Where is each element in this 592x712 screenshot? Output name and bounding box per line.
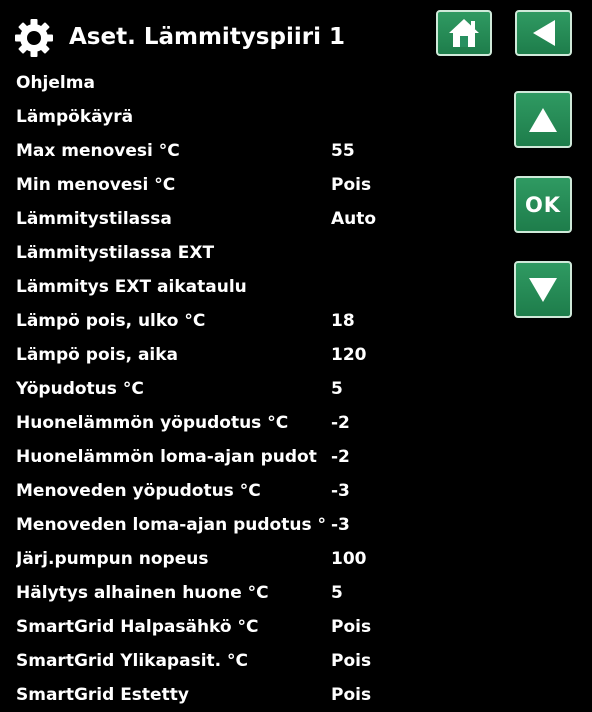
row-value: -2 [331,447,350,467]
row-label: Huonelämmön yöpudotus °C [16,413,289,433]
ok-button[interactable]: OK [514,176,572,233]
row-value: Pois [331,175,372,195]
row-value: 18 [331,311,355,331]
settings-row-pumpun-nopeus[interactable]: Järj.pumpun nopeus 100 [16,542,496,576]
settings-row-lammitystilassa-ext[interactable]: Lämmitystilassa EXT [16,236,496,270]
settings-row-smartgrid-halpasahko[interactable]: SmartGrid Halpasähkö °C Pois [16,610,496,644]
row-value: Pois [331,651,372,671]
row-label: SmartGrid Estetty [16,685,189,705]
row-label: Lämpökäyrä [16,107,134,127]
settings-row-lammitystilassa[interactable]: Lämmitystilassa Auto [16,202,496,236]
row-label: Menoveden yöpudotus °C [16,481,261,501]
row-label: Lämpö pois, ulko °C [16,311,206,331]
row-label: SmartGrid Halpasähkö °C [16,617,259,637]
row-label: Lämmitys EXT aikataulu [16,277,247,297]
row-value: 100 [331,549,367,569]
header-bar: Aset. Lämmityspiiri 1 [0,0,592,70]
row-value: Auto [331,209,377,229]
row-value: 120 [331,345,367,365]
row-value: Pois [331,617,372,637]
settings-row-lampokayra[interactable]: Lämpökäyrä [16,100,496,134]
up-button[interactable] [514,91,572,148]
row-value: -3 [331,481,350,501]
row-label: Yöpudotus °C [16,379,144,399]
row-label: Ohjelma [16,73,95,93]
settings-row-lammitys-ext-aikataulu[interactable]: Lämmitys EXT aikataulu [16,270,496,304]
settings-row-huonelammon-loma-pudotus[interactable]: Huonelämmön loma-ajan pudot -2 [16,440,496,474]
settings-row-menoveden-loma-pudotus[interactable]: Menoveden loma-ajan pudotus ° -3 [16,508,496,542]
row-value: 5 [331,379,343,399]
ok-label: OK [524,192,562,217]
row-label: Huonelämmön loma-ajan pudot [16,447,317,467]
row-label: Lämmitystilassa EXT [16,243,215,263]
settings-row-lampo-pois-aika[interactable]: Lämpö pois, aika 120 [16,338,496,372]
up-arrow-icon [529,107,557,132]
settings-list: Ohjelma Lämpökäyrä Max menovesi °C 55 Mi… [16,66,496,712]
settings-row-ohjelma[interactable]: Ohjelma [16,66,496,100]
home-icon [449,19,479,47]
settings-row-halytys-alhainen-huone[interactable]: Hälytys alhainen huone °C 5 [16,576,496,610]
gear-icon [15,19,53,57]
down-button[interactable] [514,261,572,318]
row-value: 5 [331,583,343,603]
back-arrow-icon [532,20,555,46]
row-value: -3 [331,515,350,535]
settings-row-huonelammon-yopudotus[interactable]: Huonelämmön yöpudotus °C -2 [16,406,496,440]
settings-row-lampo-pois-ulko[interactable]: Lämpö pois, ulko °C 18 [16,304,496,338]
row-label: Lämpö pois, aika [16,345,179,365]
settings-row-min-menovesi[interactable]: Min menovesi °C Pois [16,168,496,202]
row-label: Menoveden loma-ajan pudotus ° [16,515,326,535]
row-label: SmartGrid Ylikapasit. °C [16,651,248,671]
row-label: Hälytys alhainen huone °C [16,583,269,603]
row-label: Järj.pumpun nopeus [16,549,209,569]
row-label: Min menovesi °C [16,175,176,195]
row-value: 55 [331,141,355,161]
row-label: Lämmitystilassa [16,209,172,229]
back-button[interactable] [515,10,572,56]
settings-row-smartgrid-estetty[interactable]: SmartGrid Estetty Pois [16,678,496,712]
row-value: -2 [331,413,350,433]
settings-row-yopudotus[interactable]: Yöpudotus °C 5 [16,372,496,406]
down-arrow-icon [529,277,557,302]
row-value: Pois [331,685,372,705]
settings-row-menoveden-yopudotus[interactable]: Menoveden yöpudotus °C -3 [16,474,496,508]
home-button[interactable] [436,10,492,56]
settings-row-smartgrid-ylikapasit[interactable]: SmartGrid Ylikapasit. °C Pois [16,644,496,678]
row-label: Max menovesi °C [16,141,180,161]
settings-row-max-menovesi[interactable]: Max menovesi °C 55 [16,134,496,168]
page-title: Aset. Lämmityspiiri 1 [69,24,345,50]
